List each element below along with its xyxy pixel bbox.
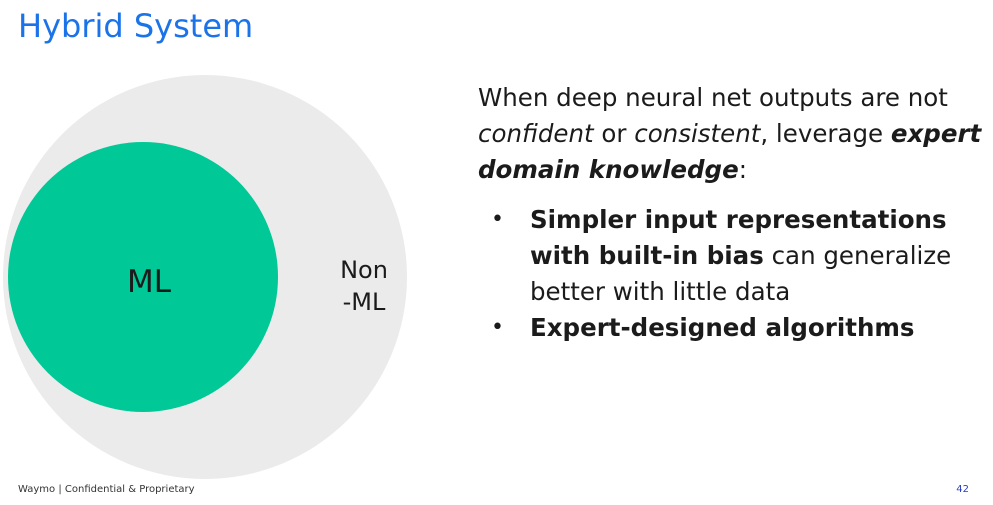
bullet-icon: • — [491, 207, 504, 232]
bullet-bold-text: Expert-designed algorithms — [530, 313, 915, 342]
footer: Waymo | Confidential & Proprietary — [18, 484, 195, 495]
intro-consistent: consistent — [634, 119, 761, 148]
bullet-item: • Expert-designed algorithms — [478, 310, 983, 346]
intro-text-2: or — [593, 119, 635, 148]
ml-circle — [8, 142, 278, 412]
intro-text-1: When deep neural net outputs are not — [478, 83, 948, 112]
slide-title: Hybrid System — [18, 7, 254, 45]
intro-colon: : — [738, 155, 747, 184]
intro-confident: confident — [478, 119, 594, 148]
body-text: When deep neural net outputs are not con… — [478, 80, 983, 346]
non-ml-label-line2: -ML — [343, 288, 386, 316]
non-ml-label-line1: Non — [340, 256, 388, 284]
page-number: 42 — [956, 484, 969, 495]
intro-paragraph: When deep neural net outputs are not con… — [478, 80, 983, 188]
non-ml-circle — [3, 75, 407, 479]
intro-text-3: , leverage — [760, 119, 891, 148]
bullet-item: • Simpler input representations with bui… — [478, 202, 983, 310]
bullet-list: • Simpler input representations with bui… — [478, 202, 983, 346]
bullet-icon: • — [491, 315, 504, 340]
ml-label: ML — [127, 264, 172, 300]
